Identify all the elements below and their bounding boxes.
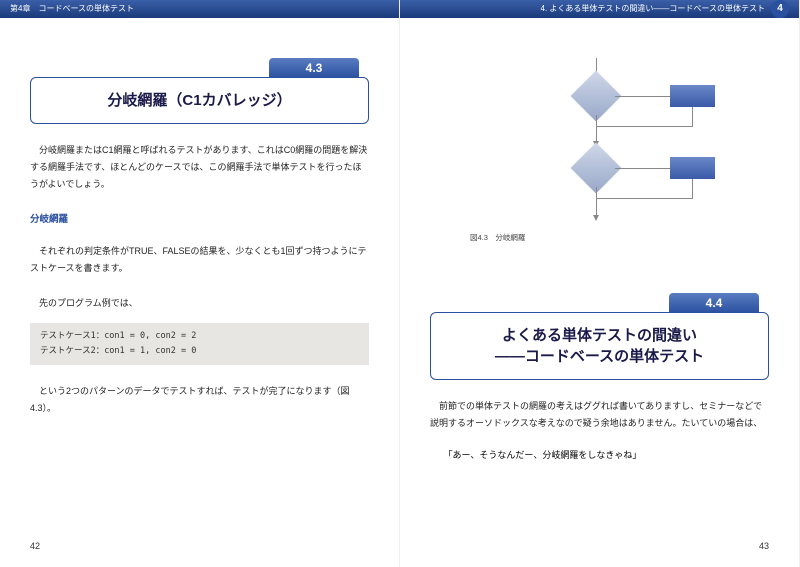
quote-44: 「あー、そうなんだー、分岐網羅をしなきゃね」 bbox=[444, 448, 770, 461]
section-title-44-l1: よくある単体テストの間違い bbox=[437, 325, 762, 346]
flow-arrow bbox=[596, 115, 597, 143]
figure-caption: 図4.3 分岐網羅 bbox=[470, 232, 769, 243]
header-left-text: 第4章 コードベースの単体テスト bbox=[10, 4, 134, 13]
page-left: 第4章 コードベースの単体テスト 4.3 分岐網羅（C1カバレッジ） 分岐網羅ま… bbox=[0, 0, 400, 567]
para-43-4: という2つのパターンのデータでテストすれば、テストが完了になります（図4.3）。 bbox=[30, 383, 369, 417]
flow-arrow bbox=[596, 126, 693, 127]
header-right-text: 4. よくある単体テストの間違い――コードベースの単体テスト bbox=[541, 0, 766, 18]
rect-shape bbox=[670, 157, 715, 179]
para-44-1: 前節での単体テストの網羅の考えはググれば書いてありますし、セミナーなどで説明する… bbox=[430, 398, 769, 432]
page-num-right: 43 bbox=[759, 541, 769, 551]
section-num-tab-44: 4.4 bbox=[669, 293, 759, 313]
arrow-head-icon bbox=[593, 215, 599, 221]
section-4-4: 4.4 よくある単体テストの間違い ――コードベースの単体テスト bbox=[430, 293, 769, 380]
code-box-testcases: テストケース1：con1 = 0, con2 = 2 テストケース2：con1 … bbox=[30, 323, 369, 366]
para-43-2: それぞれの判定条件がTRUE、FALSEの結果を、少なくとも1回ずつ持つようにテ… bbox=[30, 243, 369, 277]
header-bar-left: 第4章 コードベースの単体テスト bbox=[0, 0, 399, 18]
section-title-44-l2: ――コードベースの単体テスト bbox=[437, 346, 762, 367]
flow-arrow bbox=[615, 168, 670, 169]
section-4-3: 4.3 分岐網羅（C1カバレッジ） bbox=[30, 58, 369, 124]
section-title-43: 分岐網羅（C1カバレッジ） bbox=[30, 77, 369, 124]
diamond-shape bbox=[571, 143, 622, 194]
page-num-left: 42 bbox=[30, 541, 40, 551]
section-num-tab-43: 4.3 bbox=[269, 58, 359, 78]
header-bar-right: 4. よくある単体テストの間違い――コードベースの単体テスト 4 bbox=[400, 0, 799, 18]
section-title-44: よくある単体テストの間違い ――コードベースの単体テスト bbox=[430, 312, 769, 380]
flow-arrow bbox=[596, 198, 693, 199]
flow-arrow bbox=[692, 107, 693, 127]
page-right: 4. よくある単体テストの間違い――コードベースの単体テスト 4 図4.3 分岐… bbox=[400, 0, 800, 567]
figure-flowchart bbox=[430, 58, 769, 228]
chapter-badge: 4 bbox=[771, 0, 789, 18]
code-line-1: テストケース1：con1 = 0, con2 = 2 bbox=[40, 329, 359, 344]
flow-arrow bbox=[615, 96, 670, 97]
code-line-2: テストケース2：con1 = 1, con2 = 0 bbox=[40, 344, 359, 359]
para-43-1: 分岐網羅またはC1網羅と呼ばれるテストがあります、これはC0網羅の問題を解決する… bbox=[30, 142, 369, 193]
flow-arrow bbox=[692, 179, 693, 199]
flow-arrow bbox=[596, 187, 597, 217]
para-43-3: 先のプログラム例では、 bbox=[30, 295, 369, 312]
subheading-branch: 分岐網羅 bbox=[30, 211, 369, 225]
rect-shape bbox=[670, 85, 715, 107]
diamond-shape bbox=[571, 71, 622, 122]
